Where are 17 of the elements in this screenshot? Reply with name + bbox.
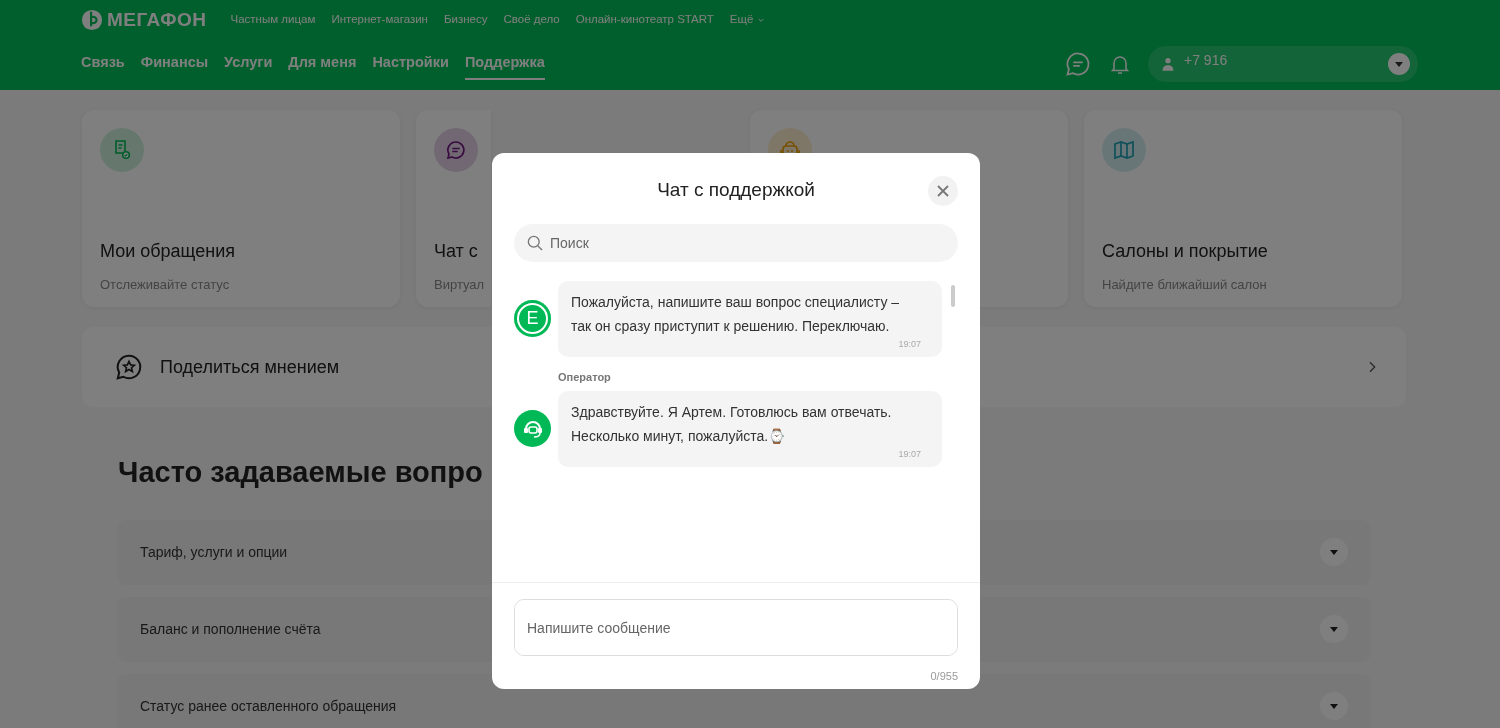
bot-avatar: E [514,300,551,338]
dialog-title: Чат с поддержкой [656,178,816,202]
sender-label: Оператор [558,370,612,385]
logo-text: МЕГАФОН [107,7,207,32]
card-title: Мои обращения [100,240,236,263]
feedback-label: Поделиться мнением [160,355,340,379]
faq-heading: Часто задаваемые вопро [118,455,484,490]
card-title: Салоны и покрытие [1102,240,1269,263]
message-text: Пожалуйста, напишите ваш вопрос специалисту – так он сразу приступит к решению. Переключаю. [571,292,901,336]
card-subtitle: Виртуал [434,276,486,294]
character-counter: 0/955 [929,668,958,684]
card-subtitle: Найдите ближайший салон [1102,276,1268,294]
message-text: Здравствуйте. Я Артем. Готовлюсь вам отвечать. Несколько минут, пожалуйста.⌚ [571,402,893,446]
card-title: Чат с [434,240,479,263]
message-time: 19:07 [897,447,922,461]
card-subtitle: Отслеживайте статус [100,276,231,294]
message-time: 19:07 [897,337,922,351]
